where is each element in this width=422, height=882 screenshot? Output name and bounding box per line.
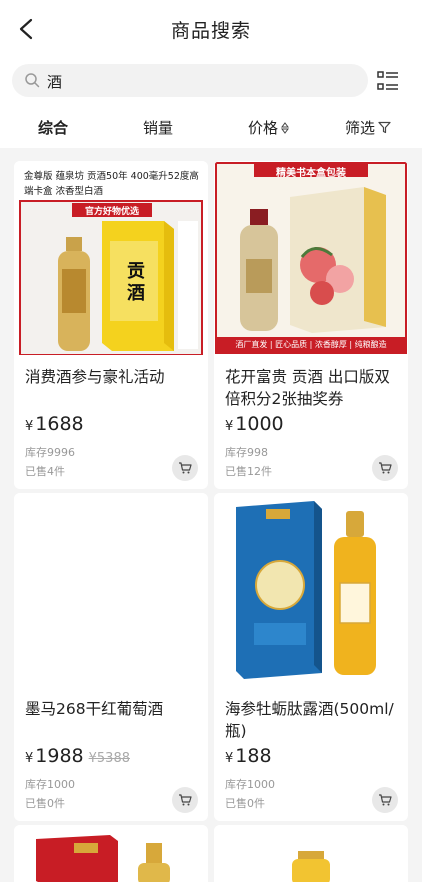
tab-label: 综合 — [38, 119, 69, 137]
price-value: 188 — [235, 745, 272, 767]
stock-text: 库存9996 — [25, 446, 75, 459]
search-input[interactable]: 酒 — [12, 64, 368, 97]
sold-text: 已售4件 — [25, 465, 65, 478]
image-banner-text: 官方好物优选 — [84, 207, 139, 217]
product-card[interactable]: 金尊版 蕴泉坊 贡酒50年 400毫升52度高端卡盒 浓香型白酒 官方好物优选 … — [14, 161, 208, 489]
product-image — [214, 161, 408, 355]
product-card[interactable] — [214, 825, 408, 882]
cart-icon — [179, 794, 192, 806]
tab-label: 销量 — [143, 119, 174, 137]
box-label: 贡酒 — [127, 261, 145, 304]
stock-text: 库存998 — [225, 446, 268, 459]
product-card[interactable]: 海参牡蛎肽露酒(500ml/瓶) ¥188 库存1000 已售0件 — [214, 493, 408, 821]
search-query-text: 酒 — [47, 73, 63, 91]
price-value: 1688 — [35, 413, 84, 435]
tab-filter[interactable]: 筛选 — [345, 117, 391, 138]
cart-icon — [379, 462, 392, 474]
stock-text: 库存1000 — [25, 778, 75, 791]
product-image — [214, 493, 408, 687]
product-card[interactable]: 精美书本盒包装 酒厂直发 | 匠心品质 | 浓香醇厚 | 纯粮酿造 花开富贵 贡… — [214, 161, 408, 489]
filter-icon — [378, 121, 391, 134]
search-icon — [25, 73, 40, 88]
sold-text: 已售12件 — [225, 465, 272, 478]
sold-text: 已售0件 — [25, 797, 65, 810]
currency-symbol: ¥ — [25, 419, 34, 434]
stock-text: 库存1000 — [225, 778, 275, 791]
product-name: 花开富贵 贡酒 出口版双倍积分2张抽奖券 — [225, 368, 390, 408]
product-price: ¥188 — [225, 745, 272, 767]
product-name: 墨马268干红葡萄酒 — [25, 700, 164, 718]
layout-toggle-button[interactable] — [376, 69, 400, 93]
tab-label: 筛选 — [345, 119, 376, 137]
add-to-cart-button[interactable] — [172, 787, 198, 813]
currency-symbol: ¥ — [225, 419, 234, 434]
product-price: ¥1988 ¥5388 — [25, 745, 130, 767]
image-banner-text: 精美书本盒包装 — [276, 168, 346, 179]
add-to-cart-button[interactable] — [172, 455, 198, 481]
tab-label: 价格 — [248, 119, 279, 137]
cart-icon — [379, 794, 392, 806]
tab-comprehensive[interactable]: 综合 — [38, 117, 68, 138]
sold-text: 已售0件 — [225, 797, 265, 810]
product-card[interactable] — [14, 825, 208, 882]
list-view-icon — [377, 71, 398, 90]
product-image — [14, 825, 208, 882]
search-row: 酒 — [0, 58, 422, 104]
header-bar: 商品搜索 — [0, 0, 422, 58]
product-price: ¥1688 — [25, 413, 84, 435]
price-value: 1988 — [35, 745, 84, 767]
product-price: ¥1000 — [225, 413, 284, 435]
product-image — [214, 825, 408, 882]
tab-sales[interactable]: 销量 — [143, 117, 173, 138]
original-price: ¥5388 — [88, 751, 130, 766]
cart-icon — [179, 462, 192, 474]
tab-price[interactable]: 价格 — [248, 117, 290, 138]
add-to-cart-button[interactable] — [372, 455, 398, 481]
image-overlay-title: 金尊版 蕴泉坊 贡酒50年 400毫升52度高端卡盒 浓香型白酒 — [24, 171, 199, 197]
sort-tabs: 综合 销量 价格 筛选 — [0, 104, 422, 148]
price-value: 1000 — [235, 413, 284, 435]
product-card[interactable]: 墨马268干红葡萄酒 ¥1988 ¥5388 库存1000 已售0件 — [14, 493, 208, 821]
product-image-placeholder — [14, 493, 208, 687]
product-name: 海参牡蛎肽露酒(500ml/瓶) — [225, 700, 394, 740]
sort-arrows-icon — [281, 121, 290, 134]
image-bottom-text: 酒厂直发 | 匠心品质 | 浓香醇厚 | 纯粮酿造 — [235, 340, 387, 349]
currency-symbol: ¥ — [225, 751, 234, 766]
add-to-cart-button[interactable] — [372, 787, 398, 813]
product-name: 消费酒参与豪礼活动 — [25, 368, 165, 386]
page-title: 商品搜索 — [170, 20, 251, 42]
currency-symbol: ¥ — [25, 751, 34, 766]
